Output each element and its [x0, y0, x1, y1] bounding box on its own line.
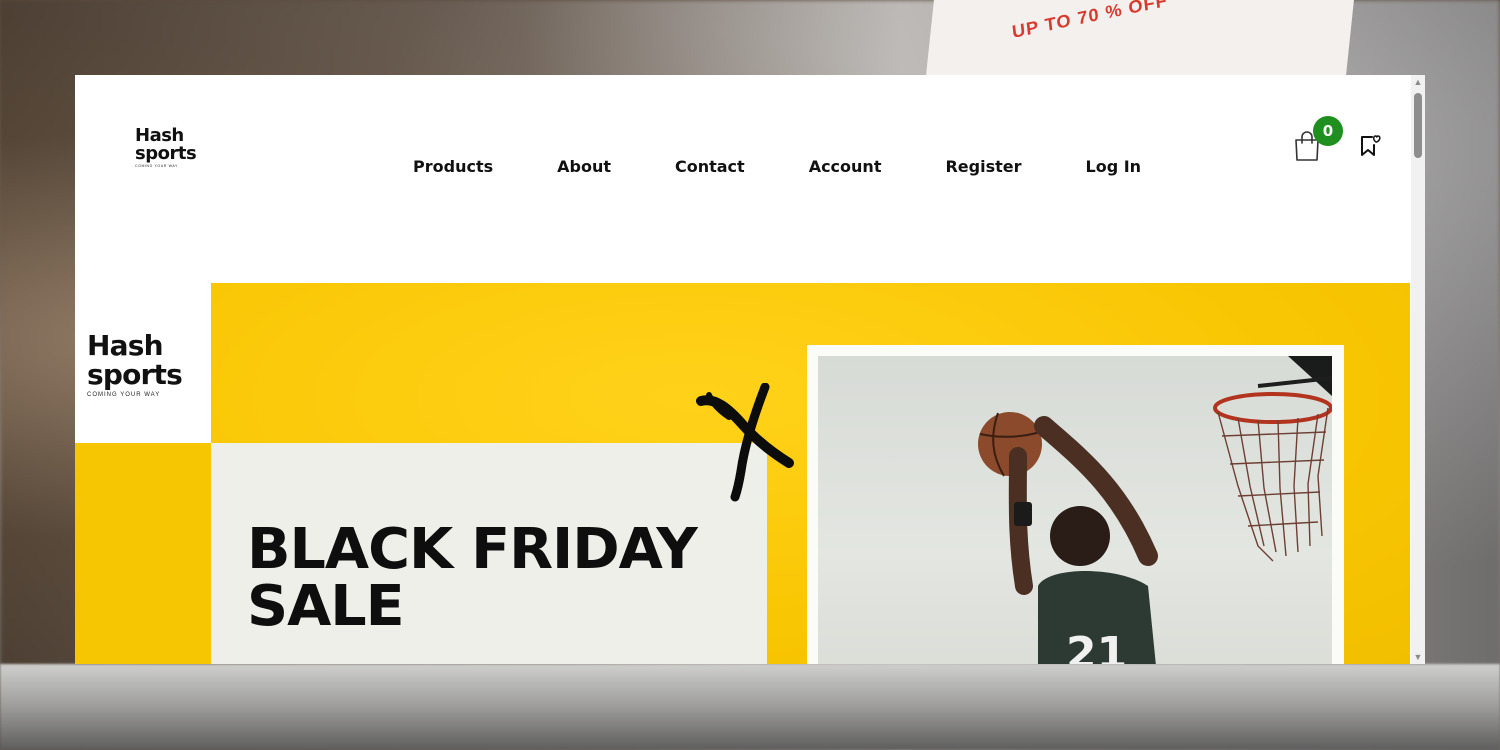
page-scrollbar[interactable]: ▲ ▼: [1411, 75, 1425, 664]
background-laptop-text: UP TO 70 % OFF: [1011, 0, 1169, 42]
hero-title-card: BLACK FRIDAY SALE: [211, 443, 767, 664]
scroll-up-arrow-icon[interactable]: ▲: [1413, 77, 1423, 87]
scroll-down-arrow-icon[interactable]: ▼: [1413, 652, 1423, 662]
background-desk: [0, 664, 1500, 750]
bookmark-heart-icon: [1361, 135, 1381, 156]
scrollbar-thumb[interactable]: [1414, 93, 1422, 158]
background-laptop-screen: UP TO 70 % OFF: [926, 0, 1354, 75]
main-nav: Products About Contact Account Register …: [413, 157, 1141, 176]
hero-photo-frame: 21: [807, 345, 1344, 664]
cart-count-badge: 0: [1313, 116, 1343, 146]
site-logo-tagline: COMING YOUR WAY: [135, 164, 178, 168]
brush-x-icon: [696, 383, 794, 502]
site-logo-line2: sports: [135, 143, 197, 164]
site-logo[interactable]: Hash sports COMING YOUR WAY: [135, 127, 205, 169]
hero-title-line2: SALE: [247, 574, 405, 639]
hero-logo-line1: Hash: [87, 329, 164, 362]
nav-item-about[interactable]: About: [557, 157, 611, 176]
basketball-player-photo: 21: [818, 356, 1332, 664]
basketball-scene: 21: [978, 356, 1332, 664]
hero-background-left: [75, 443, 211, 664]
cart-button[interactable]: 0: [1293, 116, 1343, 162]
wishlist-button[interactable]: [1359, 134, 1381, 158]
hero-title-line1: BLACK FRIDAY: [247, 517, 698, 582]
hero-logo: Hash sports COMING YOUR WAY: [87, 329, 183, 398]
nav-item-account[interactable]: Account: [809, 157, 882, 176]
nav-item-products[interactable]: Products: [413, 157, 493, 176]
hero-banner[interactable]: Hash sports COMING YOUR WAY BLACK FRIDAY…: [75, 283, 1410, 664]
hero-logo-box: Hash sports COMING YOUR WAY: [75, 283, 211, 443]
hero-title: BLACK FRIDAY SALE: [247, 517, 698, 639]
nav-item-login[interactable]: Log In: [1086, 157, 1142, 176]
nav-item-register[interactable]: Register: [945, 157, 1021, 176]
jersey-number: 21: [1066, 628, 1127, 664]
hero-logo-tagline: COMING YOUR WAY: [87, 392, 161, 398]
nav-item-contact[interactable]: Contact: [675, 157, 745, 176]
browser-viewport: Hash sports COMING YOUR WAY Products Abo…: [75, 75, 1425, 664]
hero-logo-line2: sports: [87, 358, 183, 391]
